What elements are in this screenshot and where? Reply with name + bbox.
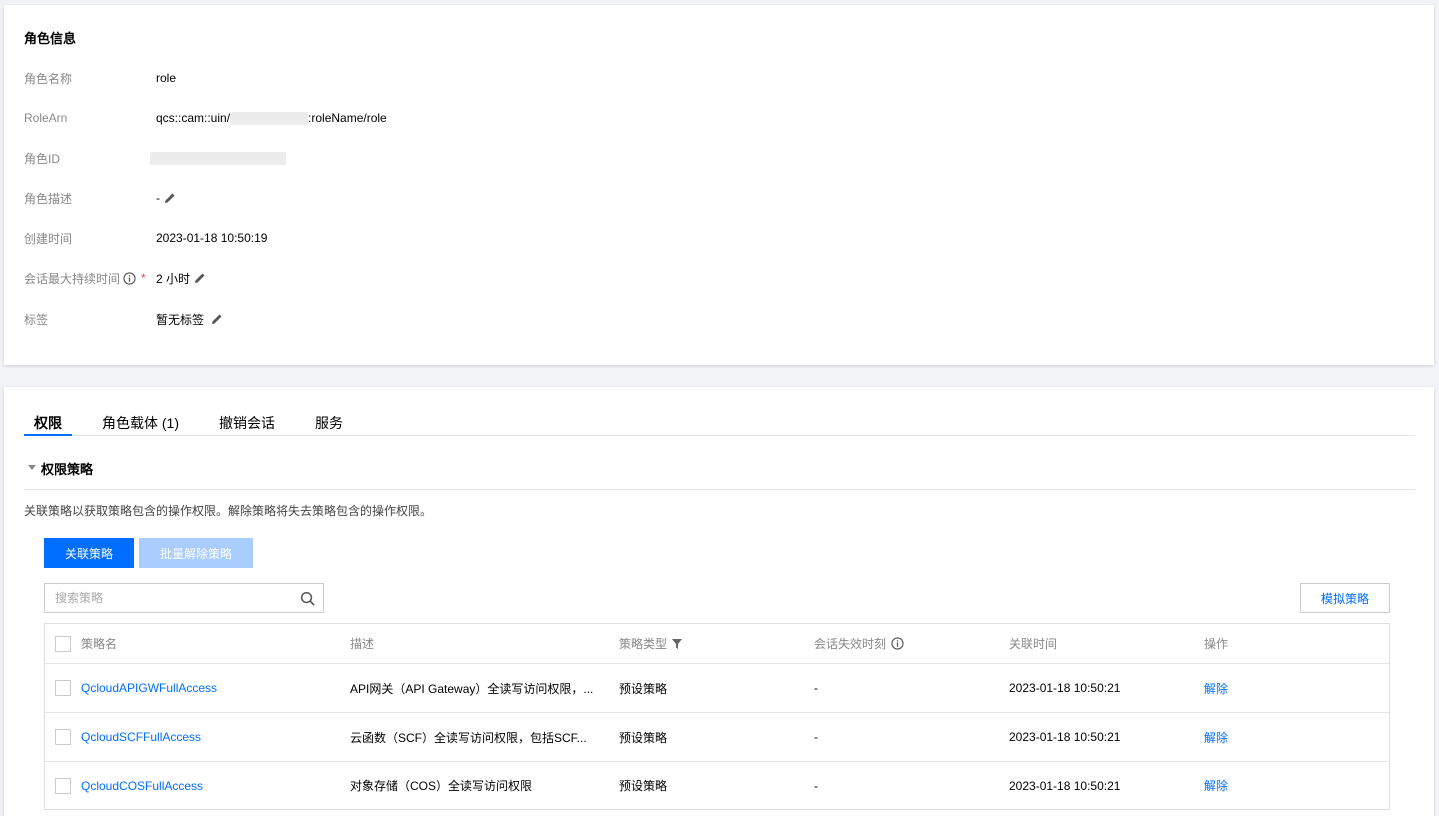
edit-pencil-icon[interactable]	[194, 272, 206, 284]
role-info-card: 角色信息 角色名称 role RoleArn qcs::cam::uin/ :r…	[4, 5, 1434, 365]
role-id-row: 角色ID	[24, 148, 286, 168]
policy-search[interactable]	[44, 583, 324, 613]
policy-expire: -	[814, 778, 818, 793]
edit-pencil-icon[interactable]	[211, 313, 223, 325]
role-name-row: 角色名称 role	[24, 68, 176, 88]
policy-desc: API网关（API Gateway）全读写访问权限，...	[350, 681, 594, 696]
row-checkbox[interactable]	[55, 729, 71, 745]
select-all-checkbox[interactable]	[55, 635, 71, 652]
col-policy-name: 策略名	[81, 637, 118, 651]
role-arn-prefix: qcs::cam::uin/	[156, 111, 231, 125]
policy-name-link[interactable]: QcloudSCFFullAccess	[81, 713, 341, 761]
caret-down-icon[interactable]	[28, 465, 36, 470]
col-session-expire: 会话失效时刻	[814, 624, 994, 663]
tab-revoke-sessions[interactable]: 撤销会话	[209, 407, 285, 436]
table-row: QcloudAPIGWFullAccess API网关（API Gateway）…	[45, 664, 1389, 713]
role-arn-suffix: :roleName/role	[308, 111, 387, 125]
policy-search-input[interactable]	[45, 584, 285, 612]
role-arn-value: qcs::cam::uin/ :roleName/role	[156, 111, 387, 125]
created-time-label: 创建时间	[24, 231, 73, 246]
role-name-value: role	[156, 71, 177, 85]
created-time-row: 创建时间 2023-01-18 10:50:19	[24, 228, 267, 248]
policy-section-title: 权限策略	[41, 462, 94, 477]
col-attach-time: 关联时间	[1009, 637, 1058, 651]
role-desc-value: -	[156, 191, 160, 205]
col-policy-type: 策略类型	[619, 624, 799, 663]
table-row: QcloudSCFFullAccess 云函数（SCF）全读写访问权限，包括SC…	[45, 713, 1389, 762]
policy-name-link[interactable]: QcloudCOSFullAccess	[81, 762, 341, 809]
table-row: QcloudCOSFullAccess 对象存储（COS）全读写访问权限 预设策…	[45, 762, 1389, 809]
detach-link[interactable]: 解除	[1204, 713, 1304, 761]
policy-desc: 对象存储（COS）全读写访问权限	[350, 779, 533, 793]
policy-type: 预设策略	[619, 681, 668, 696]
detach-link[interactable]: 解除	[1204, 762, 1304, 809]
policy-section-header[interactable]: 权限策略	[24, 459, 1415, 490]
policy-attach-time: 2023-01-18 10:50:21	[1009, 778, 1121, 793]
role-desc-label: 角色描述	[24, 191, 73, 206]
created-time-value: 2023-01-18 10:50:19	[156, 231, 268, 245]
policy-name-link[interactable]: QcloudAPIGWFullAccess	[81, 664, 341, 712]
info-icon[interactable]	[891, 637, 904, 650]
redacted-role-id	[150, 151, 286, 165]
session-duration-label: 会话最大持续时间	[24, 271, 121, 286]
tags-value: 暂无标签	[156, 312, 205, 327]
row-checkbox[interactable]	[55, 777, 71, 794]
policy-attach-time: 2023-01-18 10:50:21	[1009, 730, 1121, 744]
detach-link[interactable]: 解除	[1204, 664, 1304, 712]
policy-type: 预设策略	[619, 730, 668, 745]
policy-table: 策略名 描述 策略类型 会话失效时刻 关联时间 操作 QcloudAPIGWFu…	[44, 623, 1390, 810]
policy-desc: 云函数（SCF）全读写访问权限，包括SCF...	[350, 730, 587, 745]
attach-policy-button[interactable]: 关联策略	[44, 538, 134, 568]
info-icon[interactable]	[123, 271, 136, 285]
simulate-policy-button[interactable]: 模拟策略	[1300, 583, 1390, 613]
row-checkbox[interactable]	[55, 680, 71, 696]
role-desc-row: 角色描述 -	[24, 188, 176, 208]
tab-permissions[interactable]: 权限	[24, 407, 72, 436]
batch-detach-button[interactable]: 批量解除策略	[139, 538, 253, 568]
edit-pencil-icon[interactable]	[164, 192, 176, 204]
role-info-title: 角色信息	[24, 31, 77, 46]
filter-icon[interactable]	[672, 638, 683, 649]
search-icon[interactable]	[300, 591, 315, 606]
policy-attach-time: 2023-01-18 10:50:21	[1009, 681, 1121, 695]
tags-label: 标签	[24, 312, 49, 327]
redacted-uin	[230, 111, 309, 125]
tags-row: 标签 暂无标签	[24, 309, 223, 329]
required-mark: *	[141, 271, 146, 285]
role-id-label: 角色ID	[24, 151, 61, 166]
col-description: 描述	[350, 637, 375, 651]
permissions-card: 权限 角色载体 (1) 撤销会话 服务 权限策略 关联策略以获取策略包含的操作权…	[4, 387, 1434, 816]
policy-type: 预设策略	[619, 779, 668, 793]
session-duration-value: 2 小时	[156, 271, 191, 286]
table-header: 策略名 描述 策略类型 会话失效时刻 关联时间 操作	[45, 624, 1389, 664]
tab-bar: 权限 角色载体 (1) 撤销会话 服务	[24, 407, 1415, 436]
col-action: 操作	[1204, 637, 1229, 651]
policy-expire: -	[814, 730, 818, 744]
role-id-value	[150, 151, 286, 165]
policy-expire: -	[814, 681, 818, 695]
session-duration-row: 会话最大持续时间 * 2 小时	[24, 268, 206, 288]
policy-description: 关联策略以获取策略包含的操作权限。解除策略将失去策略包含的操作权限。	[24, 504, 433, 518]
role-name-label: 角色名称	[24, 71, 73, 86]
role-arn-row: RoleArn qcs::cam::uin/ :roleName/role	[24, 108, 387, 128]
tab-role-carriers[interactable]: 角色载体 (1)	[92, 407, 189, 436]
role-arn-label: RoleArn	[24, 111, 68, 125]
tab-services[interactable]: 服务	[305, 407, 353, 436]
